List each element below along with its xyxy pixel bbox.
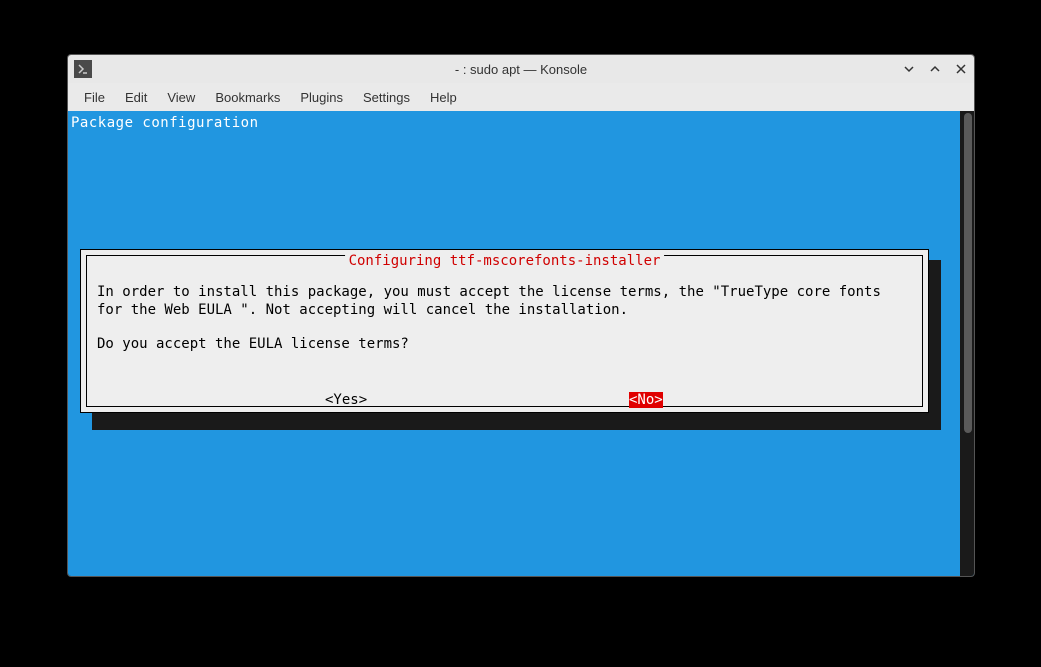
menu-settings[interactable]: Settings [353,86,420,109]
dialog-text-2: Do you accept the EULA license terms? [97,336,912,354]
dialog-body: In order to install this package, you mu… [97,284,912,371]
menu-file[interactable]: File [74,86,115,109]
konsole-window: - : sudo apt — Konsole File Edit View Bo… [67,54,975,577]
app-icon [74,60,92,78]
dialog-title: Configuring ttf-mscorefonts-installer [345,253,665,269]
menu-help[interactable]: Help [420,86,467,109]
scrollbar[interactable] [960,111,974,576]
window-title: - : sudo apt — Konsole [455,62,587,77]
terminal-area[interactable]: Package configuration Configuring ttf-ms… [68,111,974,576]
close-button[interactable] [952,60,970,78]
titlebar: - : sudo apt — Konsole [68,55,974,83]
menu-plugins[interactable]: Plugins [290,86,353,109]
yes-button[interactable]: <Yes> [325,392,367,408]
dialog-text-1: In order to install this package, you mu… [97,284,912,319]
window-controls [900,60,970,78]
menu-view[interactable]: View [157,86,205,109]
no-button[interactable]: <No> [629,392,663,408]
maximize-button[interactable] [926,60,944,78]
eula-dialog: Configuring ttf-mscorefonts-installer In… [80,249,929,413]
dialog-frame: Configuring ttf-mscorefonts-installer In… [86,255,923,407]
menu-edit[interactable]: Edit [115,86,157,109]
menu-bookmarks[interactable]: Bookmarks [205,86,290,109]
package-config-header: Package configuration [71,115,259,131]
minimize-button[interactable] [900,60,918,78]
scrollbar-thumb[interactable] [964,113,972,433]
menubar: File Edit View Bookmarks Plugins Setting… [68,83,974,111]
terminal-content: Package configuration Configuring ttf-ms… [68,111,960,576]
